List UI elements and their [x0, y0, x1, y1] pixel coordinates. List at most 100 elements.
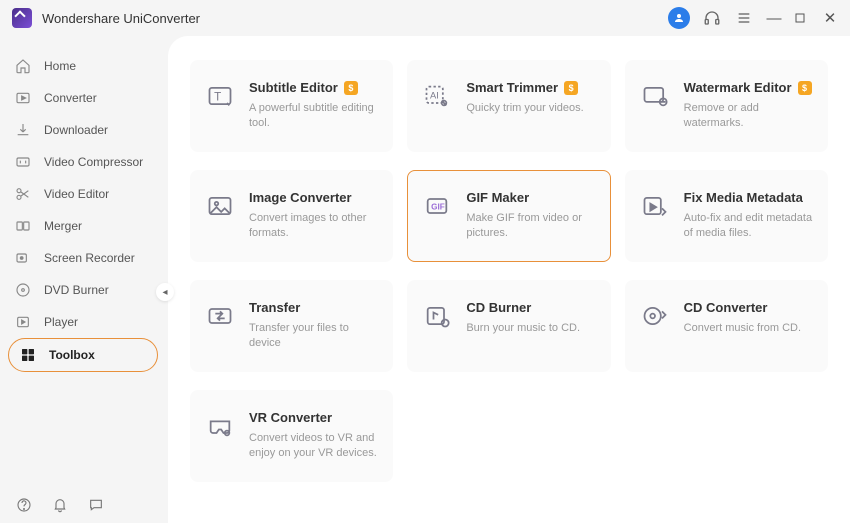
- card-watermark-editor[interactable]: Watermark Editor$ Remove or add watermar…: [625, 60, 828, 152]
- card-body: Smart Trimmer$ Quicky trim your videos.: [466, 79, 595, 116]
- card-subtitle-editor[interactable]: T Subtitle Editor$ A powerful subtitle e…: [190, 60, 393, 152]
- card-title: CD Burner: [466, 300, 531, 315]
- home-icon: [14, 57, 32, 75]
- sidebar-item-player[interactable]: Player: [0, 306, 168, 338]
- sidebar-item-converter[interactable]: Converter: [0, 82, 168, 114]
- cd-burn-icon: [422, 301, 452, 331]
- card-smart-trimmer[interactable]: AI Smart Trimmer$ Quicky trim your video…: [407, 60, 610, 152]
- menu-icon[interactable]: [734, 8, 754, 28]
- svg-text:GIF: GIF: [431, 203, 445, 212]
- card-body: Fix Media Metadata Auto-fix and edit met…: [684, 189, 813, 242]
- svg-text:T: T: [214, 91, 221, 104]
- converter-icon: [14, 89, 32, 107]
- image-icon: [205, 191, 235, 221]
- sidebar: Home Converter Downloader Video Compress…: [0, 36, 168, 523]
- bottombar: [14, 495, 106, 515]
- premium-badge: $: [798, 81, 812, 95]
- help-icon[interactable]: [14, 495, 34, 515]
- user-icon[interactable]: [668, 7, 690, 29]
- card-vr-converter[interactable]: VR Converter Convert videos to VR and en…: [190, 390, 393, 482]
- toolbox-grid: T Subtitle Editor$ A powerful subtitle e…: [190, 60, 828, 482]
- maximize-button[interactable]: [794, 12, 810, 24]
- card-desc: A powerful subtitle editing tool.: [249, 101, 378, 132]
- scissors-icon: [14, 185, 32, 203]
- sidebar-item-label: Merger: [44, 219, 82, 233]
- card-title: Smart Trimmer$: [466, 80, 578, 95]
- card-body: Transfer Transfer your files to device: [249, 299, 378, 352]
- headset-icon[interactable]: [702, 8, 722, 28]
- main-content: T Subtitle Editor$ A powerful subtitle e…: [168, 36, 850, 523]
- sidebar-item-home[interactable]: Home: [0, 50, 168, 82]
- sidebar-item-toolbox[interactable]: Toolbox: [8, 338, 158, 372]
- card-body: Watermark Editor$ Remove or add watermar…: [684, 79, 813, 132]
- disc-icon: [14, 281, 32, 299]
- card-title: GIF Maker: [466, 190, 529, 205]
- sidebar-item-label: Video Editor: [44, 187, 109, 201]
- card-title: Fix Media Metadata: [684, 190, 803, 205]
- card-title: VR Converter: [249, 410, 332, 425]
- card-body: VR Converter Convert videos to VR and en…: [249, 409, 378, 462]
- sidebar-item-label: Player: [44, 315, 78, 329]
- collapse-sidebar-button[interactable]: ◂: [156, 283, 174, 301]
- app-logo: [12, 8, 32, 28]
- trimmer-icon: AI: [422, 81, 452, 111]
- sidebar-item-label: Screen Recorder: [44, 251, 135, 265]
- card-desc: Convert images to other formats.: [249, 211, 378, 242]
- card-gif-maker[interactable]: GIF GIF Maker Make GIF from video or pic…: [407, 170, 610, 262]
- compress-icon: [14, 153, 32, 171]
- sidebar-item-merger[interactable]: Merger: [0, 210, 168, 242]
- container: Home Converter Downloader Video Compress…: [0, 36, 850, 523]
- card-title: Transfer: [249, 300, 300, 315]
- card-fix-metadata[interactable]: Fix Media Metadata Auto-fix and edit met…: [625, 170, 828, 262]
- metadata-icon: [640, 191, 670, 221]
- card-body: Subtitle Editor$ A powerful subtitle edi…: [249, 79, 378, 132]
- card-title: CD Converter: [684, 300, 768, 315]
- premium-badge: $: [344, 81, 358, 95]
- card-body: CD Converter Convert music from CD.: [684, 299, 813, 336]
- card-body: CD Burner Burn your music to CD.: [466, 299, 595, 336]
- card-title: Image Converter: [249, 190, 352, 205]
- sidebar-item-compressor[interactable]: Video Compressor: [0, 146, 168, 178]
- download-icon: [14, 121, 32, 139]
- merge-icon: [14, 217, 32, 235]
- sidebar-item-label: Toolbox: [49, 348, 95, 362]
- card-cd-converter[interactable]: CD Converter Convert music from CD.: [625, 280, 828, 372]
- gif-icon: GIF: [422, 191, 452, 221]
- sidebar-item-label: Video Compressor: [44, 155, 143, 169]
- transfer-icon: [205, 301, 235, 331]
- svg-text:AI: AI: [430, 90, 439, 100]
- card-desc: Remove or add watermarks.: [684, 101, 813, 132]
- card-transfer[interactable]: Transfer Transfer your files to device: [190, 280, 393, 372]
- sidebar-item-label: DVD Burner: [44, 283, 109, 297]
- subtitle-icon: T: [205, 81, 235, 111]
- titlebar-controls: — ✕: [668, 7, 838, 29]
- card-body: GIF Maker Make GIF from video or picture…: [466, 189, 595, 242]
- premium-badge: $: [564, 81, 578, 95]
- sidebar-item-editor[interactable]: Video Editor: [0, 178, 168, 210]
- close-button[interactable]: ✕: [822, 9, 838, 27]
- recorder-icon: [14, 249, 32, 267]
- card-cd-burner[interactable]: CD Burner Burn your music to CD.: [407, 280, 610, 372]
- card-desc: Convert music from CD.: [684, 321, 813, 336]
- sidebar-item-recorder[interactable]: Screen Recorder: [0, 242, 168, 274]
- play-icon: [14, 313, 32, 331]
- vr-icon: [205, 411, 235, 441]
- sidebar-item-label: Converter: [44, 91, 97, 105]
- cd-convert-icon: [640, 301, 670, 331]
- feedback-icon[interactable]: [86, 495, 106, 515]
- watermark-icon: [640, 81, 670, 111]
- bell-icon[interactable]: [50, 495, 70, 515]
- sidebar-item-downloader[interactable]: Downloader: [0, 114, 168, 146]
- card-desc: Convert videos to VR and enjoy on your V…: [249, 431, 378, 462]
- card-desc: Auto-fix and edit metadata of media file…: [684, 211, 813, 242]
- sidebar-item-dvd[interactable]: DVD Burner: [0, 274, 168, 306]
- titlebar: Wondershare UniConverter — ✕: [0, 0, 850, 36]
- sidebar-item-label: Home: [44, 59, 76, 73]
- sidebar-item-label: Downloader: [44, 123, 108, 137]
- card-image-converter[interactable]: Image Converter Convert images to other …: [190, 170, 393, 262]
- toolbox-icon: [19, 346, 37, 364]
- card-desc: Make GIF from video or pictures.: [466, 211, 595, 242]
- minimize-button[interactable]: —: [766, 10, 782, 27]
- card-desc: Transfer your files to device: [249, 321, 378, 352]
- card-body: Image Converter Convert images to other …: [249, 189, 378, 242]
